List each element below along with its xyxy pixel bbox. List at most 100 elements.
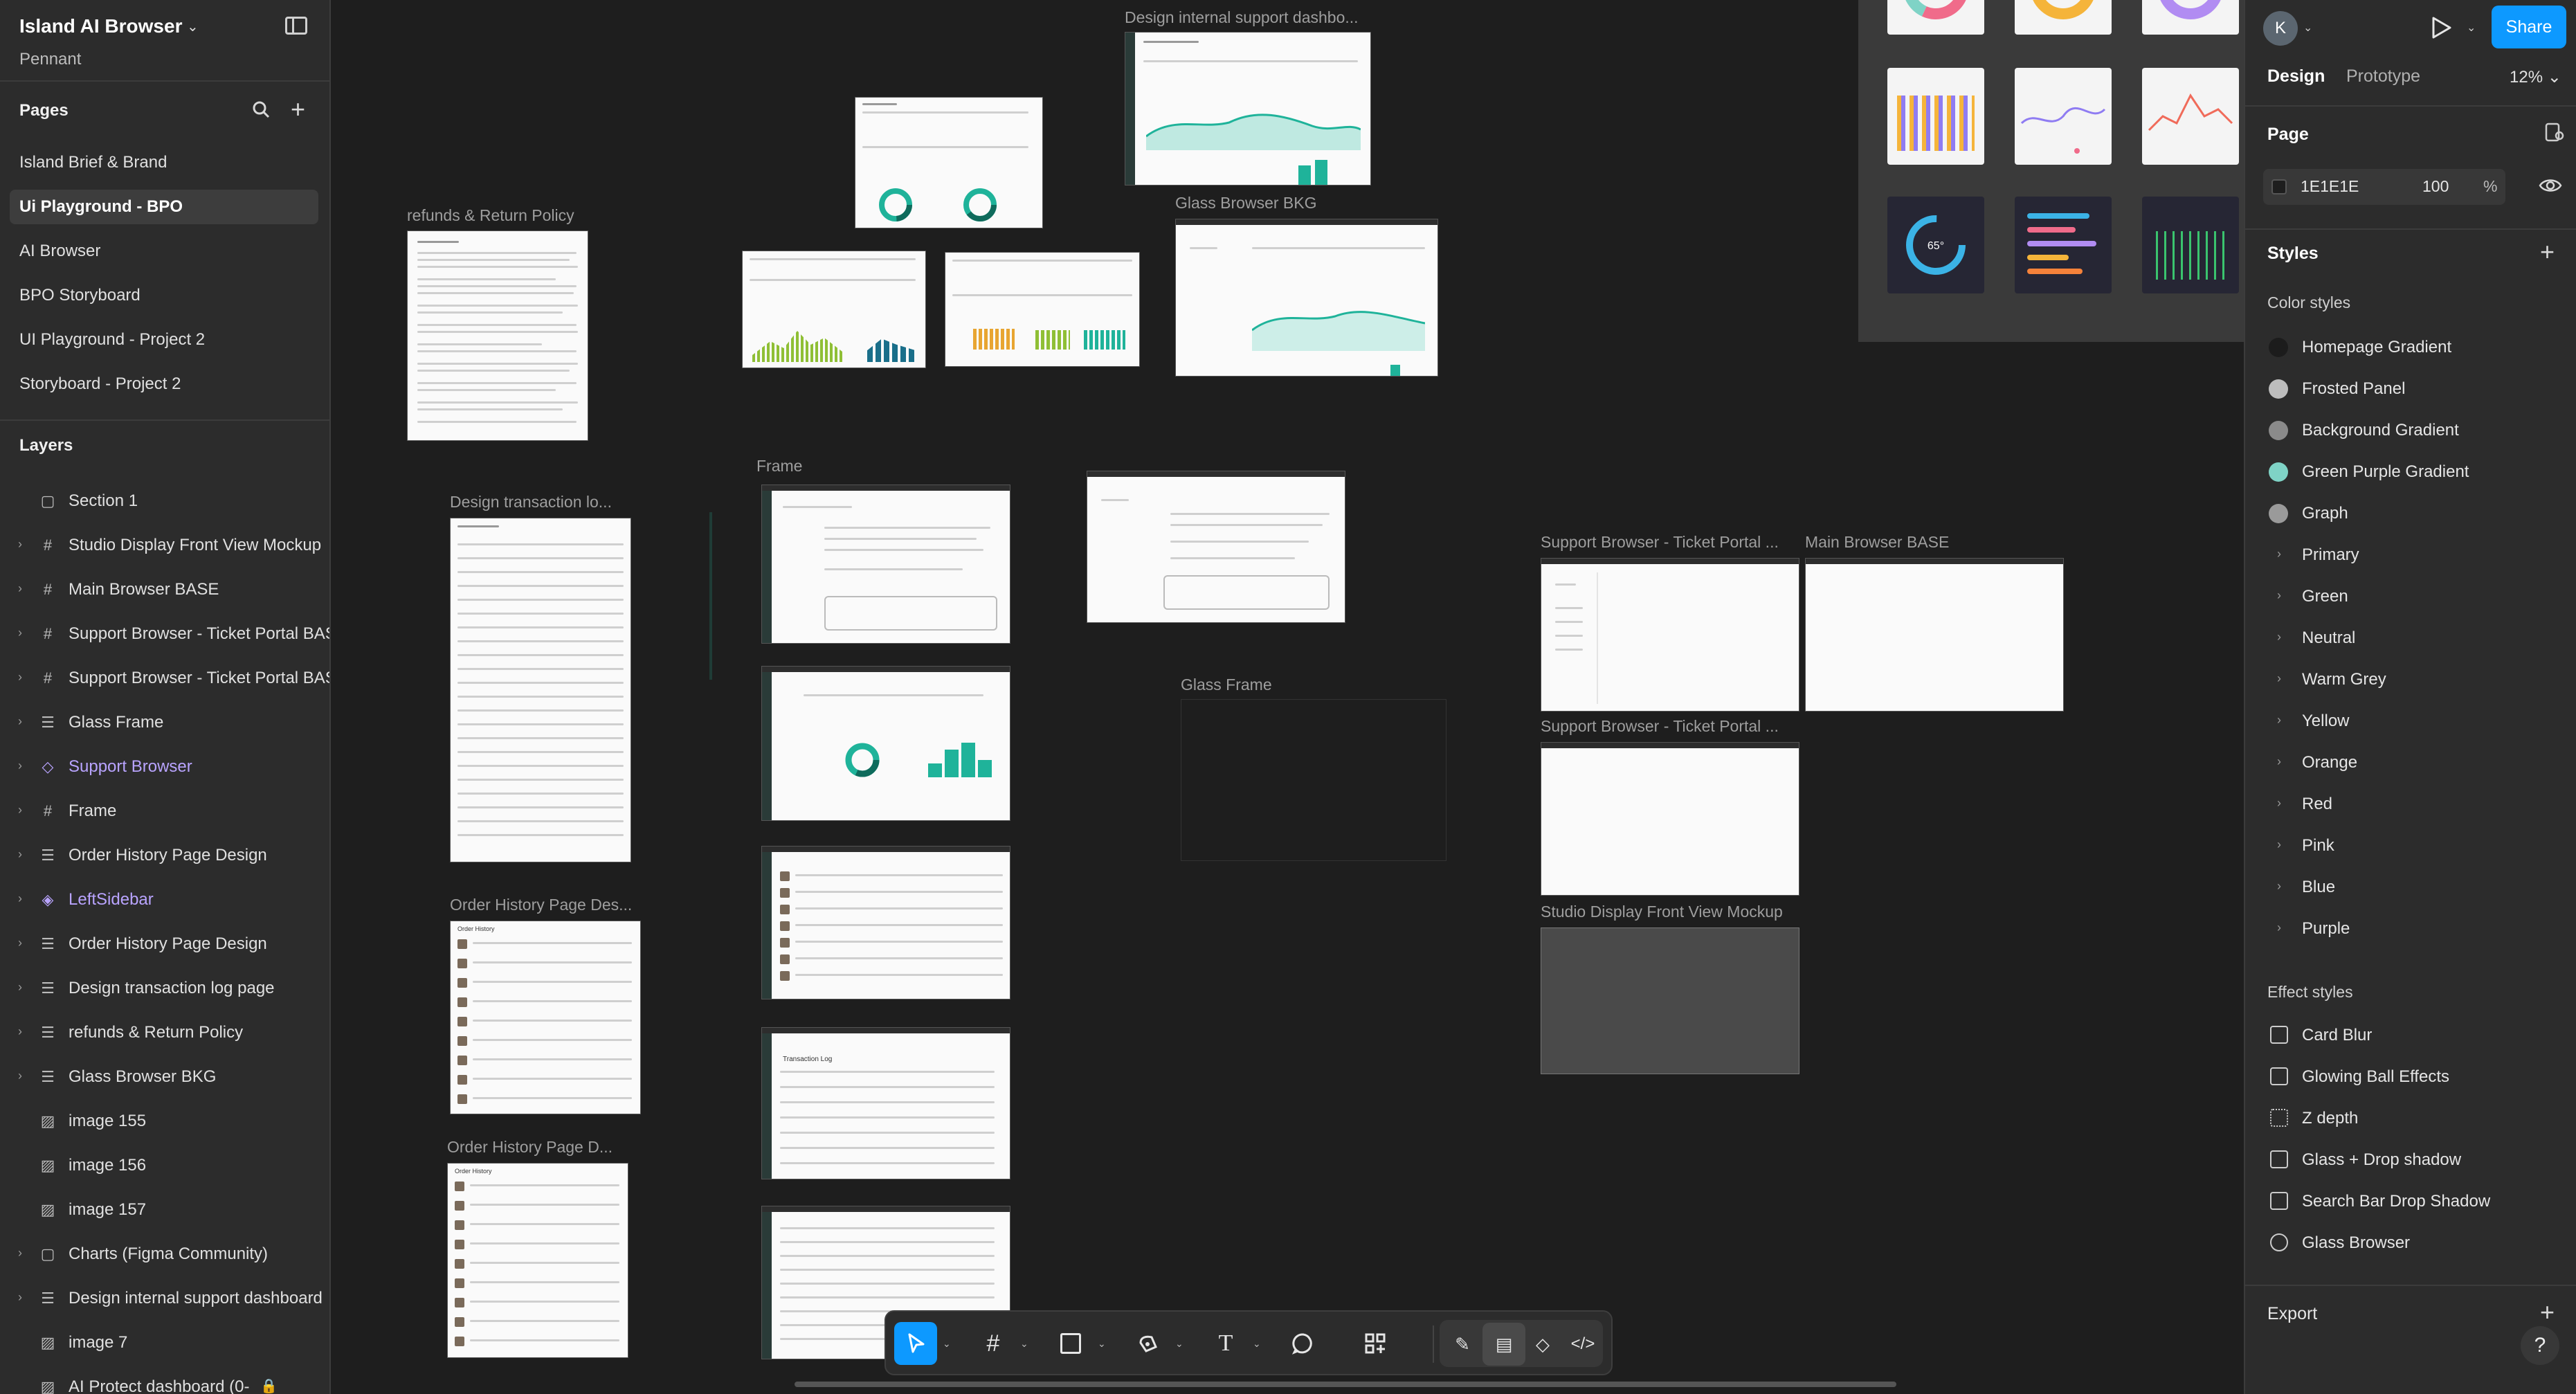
export-section-heading[interactable]: Export: [2267, 1304, 2317, 1324]
draw-mode-icon[interactable]: ✎: [1441, 1323, 1484, 1366]
chart-card[interactable]: [2015, 197, 2112, 293]
frame-label-order-history-2[interactable]: Order History Page D...: [447, 1138, 613, 1157]
layer-item[interactable]: › ☰ Glass Browser BKG: [0, 1055, 329, 1099]
color-group-item[interactable]: › Primary: [2245, 534, 2576, 576]
add-page-icon[interactable]: +: [291, 97, 305, 122]
color-group-item[interactable]: › Purple: [2245, 908, 2576, 950]
chevron-right-icon[interactable]: ›: [2277, 796, 2281, 811]
charts-community-section[interactable]: 65°: [1858, 0, 2244, 342]
layer-item[interactable]: › ☰ refunds & Return Policy: [0, 1011, 329, 1055]
eye-icon[interactable]: [2539, 176, 2562, 195]
frame-label-transaction-log[interactable]: Design transaction lo...: [450, 493, 612, 512]
frame-label-studio-display[interactable]: Studio Display Front View Mockup: [1541, 903, 1783, 921]
color-group-item[interactable]: › Warm Grey: [2245, 659, 2576, 700]
share-button[interactable]: Share: [2492, 6, 2566, 48]
frame-label-main-browser-base[interactable]: Main Browser BASE: [1805, 533, 1949, 552]
local-variables-icon[interactable]: [2544, 122, 2565, 143]
layer-item[interactable]: › # Studio Display Front View Mockup: [0, 523, 329, 568]
chevron-right-icon[interactable]: ›: [18, 980, 22, 995]
text-tool-icon[interactable]: T: [1204, 1322, 1247, 1365]
frame-tool-icon[interactable]: #: [972, 1322, 1015, 1365]
present-play-icon[interactable]: [2427, 14, 2454, 42]
page-item[interactable]: AI Browser: [10, 234, 318, 269]
layer-item[interactable]: › # Support Browser - Ticket Portal BAS: [0, 656, 329, 700]
frame-screen-chat[interactable]: [761, 485, 1010, 644]
chevron-down-icon[interactable]: ⌄: [1098, 1338, 1106, 1350]
chart-card[interactable]: [1887, 68, 1984, 165]
chevron-right-icon[interactable]: ›: [18, 581, 22, 596]
chevron-right-icon[interactable]: ›: [18, 847, 22, 862]
page-item[interactable]: BPO Storyboard: [10, 278, 318, 313]
frame-label-ticket-portal-1[interactable]: Support Browser - Ticket Portal ...: [1541, 533, 1779, 552]
chart-card[interactable]: [1887, 0, 1984, 35]
color-group-item[interactable]: › Orange: [2245, 742, 2576, 784]
order-history-thumbnail-2[interactable]: Order History: [447, 1163, 628, 1358]
chevron-right-icon[interactable]: ›: [18, 626, 22, 640]
page-background-fill[interactable]: 1E1E1E 100 %: [2263, 169, 2505, 205]
horizontal-scrollbar[interactable]: [795, 1382, 1896, 1387]
chevron-down-icon[interactable]: ⌄: [2467, 21, 2476, 35]
layer-item[interactable]: › ☰ Order History Page Design: [0, 922, 329, 966]
lock-icon[interactable]: 🔒: [260, 1377, 278, 1394]
chevron-down-icon[interactable]: ⌄: [2303, 21, 2312, 35]
page-item[interactable]: UI Playground - Project 2: [10, 323, 318, 357]
ticket-portal-thumbnail-2[interactable]: [1541, 742, 1799, 896]
chevron-down-icon[interactable]: ⌄: [187, 18, 199, 35]
order-history-thumbnail-1[interactable]: Order History: [450, 921, 641, 1114]
layer-item[interactable]: › ◇ Support Browser: [0, 745, 329, 789]
color-group-item[interactable]: › Pink: [2245, 825, 2576, 867]
layer-item[interactable]: ▨ image 157: [0, 1188, 329, 1232]
effect-style-item[interactable]: Card Blur: [2245, 1015, 2576, 1056]
frame-label-support-dashboard[interactable]: Design internal support dashbo...: [1125, 8, 1359, 27]
tab-prototype[interactable]: Prototype: [2346, 66, 2420, 87]
search-icon[interactable]: [252, 100, 270, 118]
layer-item[interactable]: › ▢ Charts (Figma Community): [0, 1232, 329, 1276]
frame-label-frame[interactable]: Frame: [756, 457, 802, 476]
chevron-right-icon[interactable]: ›: [18, 936, 22, 950]
frame-label-refunds[interactable]: refunds & Return Policy: [407, 206, 574, 225]
add-export-icon[interactable]: +: [2540, 1300, 2555, 1325]
design-canvas[interactable]: refunds & Return Policy Design internal …: [332, 0, 2244, 1394]
layer-item[interactable]: ▨ image 155: [0, 1099, 329, 1143]
chart-card[interactable]: [2142, 197, 2239, 293]
analytics-chart-thumbnail[interactable]: [742, 251, 926, 368]
frame-screen-transaction-log[interactable]: Transaction Log: [761, 1027, 1010, 1179]
color-style-item[interactable]: Background Gradient: [2245, 410, 2576, 451]
chart-card[interactable]: [2015, 68, 2112, 165]
user-avatar[interactable]: K: [2263, 11, 2298, 46]
chevron-right-icon[interactable]: ›: [2277, 713, 2281, 727]
frame-label-glass-browser-bkg[interactable]: Glass Browser BKG: [1175, 194, 1317, 212]
chevron-right-icon[interactable]: ›: [2277, 630, 2281, 644]
layer-item[interactable]: › ☰ Glass Frame: [0, 700, 329, 745]
color-style-item[interactable]: Homepage Gradient: [2245, 327, 2576, 368]
pen-tool-icon[interactable]: [1127, 1322, 1170, 1365]
chevron-down-icon[interactable]: ⌄: [1175, 1338, 1183, 1350]
dev-mode-icon[interactable]: </>: [1561, 1323, 1604, 1366]
color-style-item[interactable]: Graph: [2245, 493, 2576, 534]
ticket-portal-thumbnail-1[interactable]: [1541, 558, 1799, 712]
glass-browser-bkg-thumbnail[interactable]: [1175, 219, 1438, 377]
layer-item[interactable]: › ☰ Design internal support dashboard: [0, 1276, 329, 1321]
design-mode-icon[interactable]: ▤: [1482, 1323, 1525, 1366]
frame-label-order-history-1[interactable]: Order History Page Des...: [450, 896, 632, 914]
chevron-right-icon[interactable]: ›: [18, 803, 22, 817]
color-group-item[interactable]: › Red: [2245, 784, 2576, 825]
chevron-right-icon[interactable]: ›: [2277, 547, 2281, 561]
chevron-down-icon[interactable]: ⌄: [1253, 1338, 1261, 1350]
left-sidebar-component[interactable]: [709, 512, 712, 680]
team-name[interactable]: Pennant: [19, 50, 81, 69]
chevron-right-icon[interactable]: ›: [2277, 838, 2281, 852]
chevron-right-icon[interactable]: ›: [18, 891, 22, 906]
chart-card[interactable]: [2142, 68, 2239, 165]
chevron-down-icon[interactable]: ⌄: [943, 1338, 951, 1350]
color-group-item[interactable]: › Green: [2245, 576, 2576, 617]
chart-card[interactable]: 65°: [1887, 197, 1984, 293]
layer-item[interactable]: › # Main Browser BASE: [0, 568, 329, 612]
support-dashboard-thumbnail[interactable]: [1125, 32, 1371, 185]
effect-style-item[interactable]: Z depth: [2245, 1098, 2576, 1139]
layer-item[interactable]: ▢ Section 1: [0, 479, 329, 523]
tab-design[interactable]: Design: [2267, 66, 2325, 87]
studio-display-mockup[interactable]: [1541, 927, 1799, 1074]
page-item[interactable]: Island Brief & Brand: [10, 145, 318, 180]
chevron-right-icon[interactable]: ›: [18, 670, 22, 685]
